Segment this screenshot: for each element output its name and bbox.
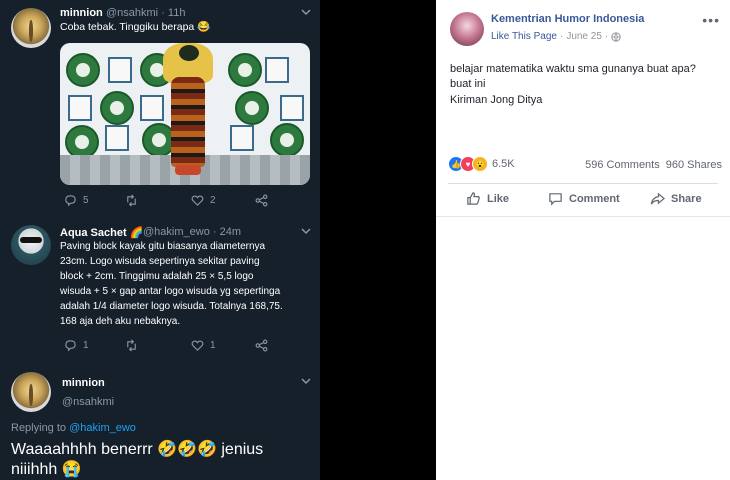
chevron-down-icon[interactable] xyxy=(300,5,312,17)
chevron-down-icon[interactable] xyxy=(300,224,312,236)
avatar[interactable] xyxy=(11,8,51,48)
tweet-image[interactable] xyxy=(60,43,310,185)
post-meta: Like This Page · June 25 · xyxy=(491,31,621,42)
post-text-line-2: buat ini xyxy=(450,78,486,90)
reply-icon xyxy=(65,195,76,207)
reactions-summary[interactable]: 👍 ♥ 😮 6.5K xyxy=(448,156,515,172)
like-count: 1 xyxy=(210,340,216,351)
wow-reaction-icon: 😮 xyxy=(472,156,488,172)
post-stats: 596 Comments 960 Shares xyxy=(585,159,722,171)
retweet-button[interactable] xyxy=(125,194,138,207)
facebook-post-panel: Kementrian Humor Indonesia Like This Pag… xyxy=(436,0,730,480)
share-arrow-icon xyxy=(650,192,665,205)
tweet-author-name[interactable]: minnion xyxy=(62,377,105,389)
post-text-line-3: Kiriman Jong Ditya xyxy=(450,94,543,106)
tweet-author-handle[interactable]: @nsahkmi · 11h xyxy=(106,7,185,19)
comment-button[interactable]: Comment xyxy=(548,191,620,206)
reply-icon xyxy=(65,340,76,352)
tweet-text-line-1: Waaaahhhh benerrr 🤣🤣🤣 jenius xyxy=(11,441,264,458)
reply-button[interactable]: 1 xyxy=(64,339,89,352)
like-page-link[interactable]: Like This Page xyxy=(491,31,557,42)
chevron-down-icon[interactable] xyxy=(300,374,312,386)
avatar[interactable] xyxy=(11,372,51,412)
like-button[interactable]: 2 xyxy=(191,194,216,207)
tweet-text-line-2: niiihhh 😭 xyxy=(11,461,82,478)
post-date[interactable]: June 25 xyxy=(566,31,602,42)
tweet-author-handle[interactable]: @nsahkmi xyxy=(62,396,114,408)
divider xyxy=(448,183,718,184)
like-button[interactable]: 1 xyxy=(191,339,216,352)
share-button[interactable]: Share xyxy=(650,191,702,206)
comments-count[interactable]: 596 Comments xyxy=(585,159,660,171)
page-avatar[interactable] xyxy=(450,12,484,46)
comment-icon xyxy=(549,193,562,206)
reply-count: 1 xyxy=(83,340,89,351)
share-button[interactable] xyxy=(255,194,268,207)
heart-icon xyxy=(191,340,204,351)
reaction-count: 6.5K xyxy=(492,158,515,170)
heart-icon xyxy=(191,195,204,206)
like-button-label: Like xyxy=(487,192,510,205)
replying-to-label: Replying to @hakim_ewo xyxy=(11,422,136,434)
reply-count: 5 xyxy=(83,195,89,206)
twitter-thread-panel: minnion @nsahkmi · 11h Coba tebak. Tingg… xyxy=(0,0,320,480)
tweet-author-name[interactable]: Aqua Sachet 🌈 xyxy=(60,226,143,239)
share-icon xyxy=(255,194,268,207)
replying-to-link[interactable]: @hakim_ewo xyxy=(69,422,136,434)
person-figure xyxy=(163,43,213,178)
post-text-line-1: belajar matematika waktu sma gunanya bua… xyxy=(450,63,696,75)
replying-prefix: Replying to xyxy=(11,422,70,434)
comment-button-label: Comment xyxy=(569,192,620,205)
share-icon xyxy=(255,339,268,352)
like-count: 2 xyxy=(210,195,216,206)
retweet-icon xyxy=(127,339,136,352)
reply-button[interactable]: 5 xyxy=(64,194,89,207)
retweet-icon xyxy=(127,194,136,207)
more-options-button[interactable]: ••• xyxy=(702,12,720,28)
tweet-text: Coba tebak. Tinggiku berapa 😂 xyxy=(60,21,211,33)
share-button[interactable] xyxy=(255,339,268,352)
shares-count[interactable]: 960 Shares xyxy=(666,159,722,171)
like-button[interactable]: Like xyxy=(466,191,509,206)
black-gutter xyxy=(320,0,436,480)
globe-icon xyxy=(611,31,621,42)
tweet-author-name[interactable]: minnion xyxy=(60,7,103,19)
tweet-text: Paving block kayak gitu biasanya diamete… xyxy=(60,241,283,327)
page-name[interactable]: Kementrian Humor Indonesia xyxy=(491,13,644,25)
divider xyxy=(436,216,730,217)
retweet-button[interactable] xyxy=(125,339,138,352)
share-button-label: Share xyxy=(671,192,702,205)
tweet-author-handle[interactable]: @hakim_ewo · 24m xyxy=(143,226,241,238)
thumbs-up-icon xyxy=(467,192,480,205)
avatar[interactable] xyxy=(11,225,51,265)
